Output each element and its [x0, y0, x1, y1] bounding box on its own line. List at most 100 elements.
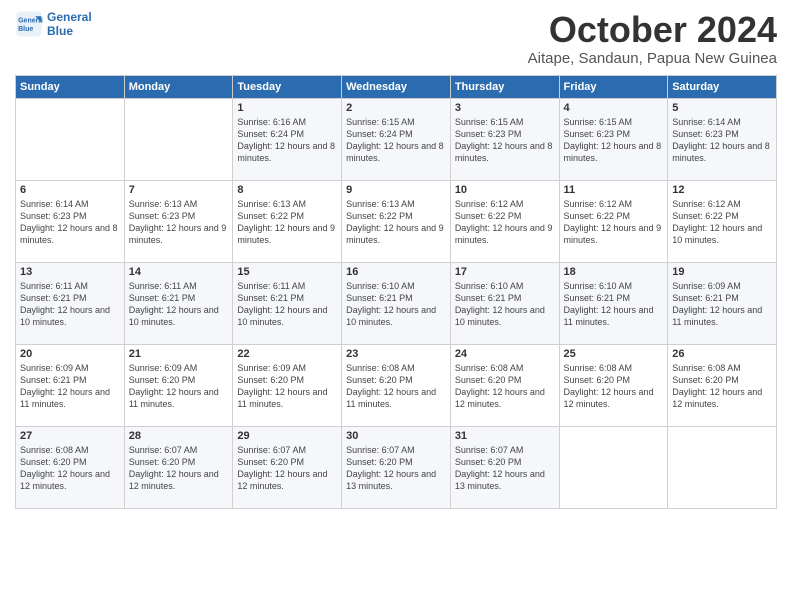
day-number: 14 [129, 266, 229, 278]
day-detail: Sunrise: 6:15 AMSunset: 6:24 PMDaylight:… [346, 116, 446, 165]
day-number: 2 [346, 102, 446, 114]
col-tuesday: Tuesday [233, 75, 342, 98]
calendar-cell: 15 Sunrise: 6:11 AMSunset: 6:21 PMDayligh… [233, 262, 342, 344]
day-detail: Sunrise: 6:14 AMSunset: 6:23 PMDaylight:… [20, 198, 120, 247]
calendar-cell: 1Sunrise: 6:16 AMSunset: 6:24 PMDaylight… [233, 98, 342, 180]
location-title: Aitape, Sandaun, Papua New Guinea [528, 50, 777, 67]
calendar-cell: 13Sunrise: 6:11 AMSunset: 6:21 PMDayligh… [16, 262, 125, 344]
header-row: Sunday Monday Tuesday Wednesday Thursday… [16, 75, 777, 98]
svg-text:Blue: Blue [18, 26, 33, 33]
day-number: 13 [20, 266, 120, 278]
main-container: General Blue General Blue October 2024 A… [0, 0, 792, 519]
col-friday: Friday [559, 75, 668, 98]
calendar-cell: 12 Sunrise: 6:12 AMSunset: 6:22 PMDayligh… [668, 180, 777, 262]
logo-text: General Blue [47, 10, 92, 38]
day-detail: Sunrise: 6:14 AMSunset: 6:23 PMDaylight:… [672, 116, 772, 165]
calendar-cell: 18 Sunrise: 6:10 AMSunset: 6:21 PMDayligh… [559, 262, 668, 344]
calendar-cell: 24 Sunrise: 6:08 AMSunset: 6:20 PMDayligh… [450, 344, 559, 426]
calendar-cell: 4 Sunrise: 6:15 AMSunset: 6:23 PMDaylight… [559, 98, 668, 180]
day-detail: Sunrise: 6:08 AMSunset: 6:20 PMDaylight:… [672, 362, 772, 411]
calendar-cell: 25 Sunrise: 6:08 AMSunset: 6:20 PMDayligh… [559, 344, 668, 426]
calendar-cell: 6 Sunrise: 6:14 AMSunset: 6:23 PMDaylight… [16, 180, 125, 262]
month-title: October 2024 [528, 10, 777, 50]
day-detail: Sunrise: 6:09 AMSunset: 6:21 PMDaylight:… [20, 362, 120, 411]
day-detail: Sunrise: 6:12 AMSunset: 6:22 PMDaylight:… [672, 198, 772, 247]
col-saturday: Saturday [668, 75, 777, 98]
calendar-cell: 17Sunrise: 6:10 AMSunset: 6:21 PMDayligh… [450, 262, 559, 344]
day-detail: Sunrise: 6:07 AMSunset: 6:20 PMDaylight:… [129, 444, 229, 493]
calendar-cell: 22Sunrise: 6:09 AMSunset: 6:20 PMDayligh… [233, 344, 342, 426]
day-detail: Sunrise: 6:11 AMSunset: 6:21 PMDaylight:… [237, 280, 337, 329]
day-number: 8 [237, 184, 337, 196]
day-detail: Sunrise: 6:08 AMSunset: 6:20 PMDaylight:… [455, 362, 555, 411]
day-number: 26 [672, 348, 772, 360]
day-number: 19 [672, 266, 772, 278]
day-detail: Sunrise: 6:13 AMSunset: 6:22 PMDaylight:… [237, 198, 337, 247]
calendar-cell: 28Sunrise: 6:07 AMSunset: 6:20 PMDayligh… [124, 426, 233, 508]
day-detail: Sunrise: 6:13 AMSunset: 6:22 PMDaylight:… [346, 198, 446, 247]
day-detail: Sunrise: 6:07 AMSunset: 6:20 PMDaylight:… [237, 444, 337, 493]
day-number: 27 [20, 430, 120, 442]
day-number: 16 [346, 266, 446, 278]
calendar-cell: 27 Sunrise: 6:08 AMSunset: 6:20 PMDayligh… [16, 426, 125, 508]
day-detail: Sunrise: 6:08 AMSunset: 6:20 PMDaylight:… [564, 362, 664, 411]
calendar-table: Sunday Monday Tuesday Wednesday Thursday… [15, 75, 777, 509]
day-number: 7 [129, 184, 229, 196]
day-number: 10 [455, 184, 555, 196]
logo-icon: General Blue [15, 10, 43, 38]
calendar-cell [16, 98, 125, 180]
calendar-cell: 29 Sunrise: 6:07 AMSunset: 6:20 PMDayligh… [233, 426, 342, 508]
day-detail: Sunrise: 6:10 AMSunset: 6:21 PMDaylight:… [346, 280, 446, 329]
calendar-cell [124, 98, 233, 180]
day-detail: Sunrise: 6:09 AMSunset: 6:20 PMDaylight:… [237, 362, 337, 411]
day-number: 12 [672, 184, 772, 196]
calendar-cell: 16 Sunrise: 6:10 AMSunset: 6:21 PMDayligh… [342, 262, 451, 344]
day-number: 9 [346, 184, 446, 196]
calendar-cell: 14 Sunrise: 6:11 AMSunset: 6:21 PMDayligh… [124, 262, 233, 344]
calendar-cell: 8 Sunrise: 6:13 AMSunset: 6:22 PMDaylight… [233, 180, 342, 262]
day-detail: Sunrise: 6:10 AMSunset: 6:21 PMDaylight:… [564, 280, 664, 329]
calendar-cell [559, 426, 668, 508]
day-number: 23 [346, 348, 446, 360]
day-number: 5 [672, 102, 772, 114]
day-detail: Sunrise: 6:08 AMSunset: 6:20 PMDaylight:… [20, 444, 120, 493]
day-number: 25 [564, 348, 664, 360]
calendar-cell: 10Sunrise: 6:12 AMSunset: 6:22 PMDayligh… [450, 180, 559, 262]
calendar-cell: 30Sunrise: 6:07 AMSunset: 6:20 PMDayligh… [342, 426, 451, 508]
day-number: 31 [455, 430, 555, 442]
day-number: 4 [564, 102, 664, 114]
day-number: 29 [237, 430, 337, 442]
calendar-cell: 26 Sunrise: 6:08 AMSunset: 6:20 PMDayligh… [668, 344, 777, 426]
title-section: October 2024 Aitape, Sandaun, Papua New … [528, 10, 777, 67]
calendar-week-2: 6 Sunrise: 6:14 AMSunset: 6:23 PMDaylight… [16, 180, 777, 262]
day-detail: Sunrise: 6:13 AMSunset: 6:23 PMDaylight:… [129, 198, 229, 247]
calendar-cell: 23 Sunrise: 6:08 AMSunset: 6:20 PMDayligh… [342, 344, 451, 426]
calendar-cell: 20Sunrise: 6:09 AMSunset: 6:21 PMDayligh… [16, 344, 125, 426]
calendar-cell: 21 Sunrise: 6:09 AMSunset: 6:20 PMDayligh… [124, 344, 233, 426]
day-detail: Sunrise: 6:12 AMSunset: 6:22 PMDaylight:… [564, 198, 664, 247]
day-detail: Sunrise: 6:15 AMSunset: 6:23 PMDaylight:… [455, 116, 555, 165]
col-thursday: Thursday [450, 75, 559, 98]
calendar-week-5: 27 Sunrise: 6:08 AMSunset: 6:20 PMDayligh… [16, 426, 777, 508]
day-detail: Sunrise: 6:07 AMSunset: 6:20 PMDaylight:… [455, 444, 555, 493]
day-number: 21 [129, 348, 229, 360]
calendar-week-1: 1Sunrise: 6:16 AMSunset: 6:24 PMDaylight… [16, 98, 777, 180]
logo: General Blue General Blue [15, 10, 92, 38]
header-section: General Blue General Blue October 2024 A… [15, 10, 777, 67]
day-number: 3 [455, 102, 555, 114]
day-detail: Sunrise: 6:08 AMSunset: 6:20 PMDaylight:… [346, 362, 446, 411]
calendar-cell: 19Sunrise: 6:09 AMSunset: 6:21 PMDayligh… [668, 262, 777, 344]
day-number: 18 [564, 266, 664, 278]
day-number: 15 [237, 266, 337, 278]
calendar-cell: 9 Sunrise: 6:13 AMSunset: 6:22 PMDaylight… [342, 180, 451, 262]
col-monday: Monday [124, 75, 233, 98]
calendar-cell: 5 Sunrise: 6:14 AMSunset: 6:23 PMDaylight… [668, 98, 777, 180]
col-wednesday: Wednesday [342, 75, 451, 98]
day-detail: Sunrise: 6:15 AMSunset: 6:23 PMDaylight:… [564, 116, 664, 165]
day-number: 24 [455, 348, 555, 360]
day-detail: Sunrise: 6:09 AMSunset: 6:20 PMDaylight:… [129, 362, 229, 411]
day-number: 6 [20, 184, 120, 196]
day-detail: Sunrise: 6:11 AMSunset: 6:21 PMDaylight:… [129, 280, 229, 329]
calendar-cell: 31 Sunrise: 6:07 AMSunset: 6:20 PMDayligh… [450, 426, 559, 508]
calendar-cell: 2 Sunrise: 6:15 AMSunset: 6:24 PMDaylight… [342, 98, 451, 180]
